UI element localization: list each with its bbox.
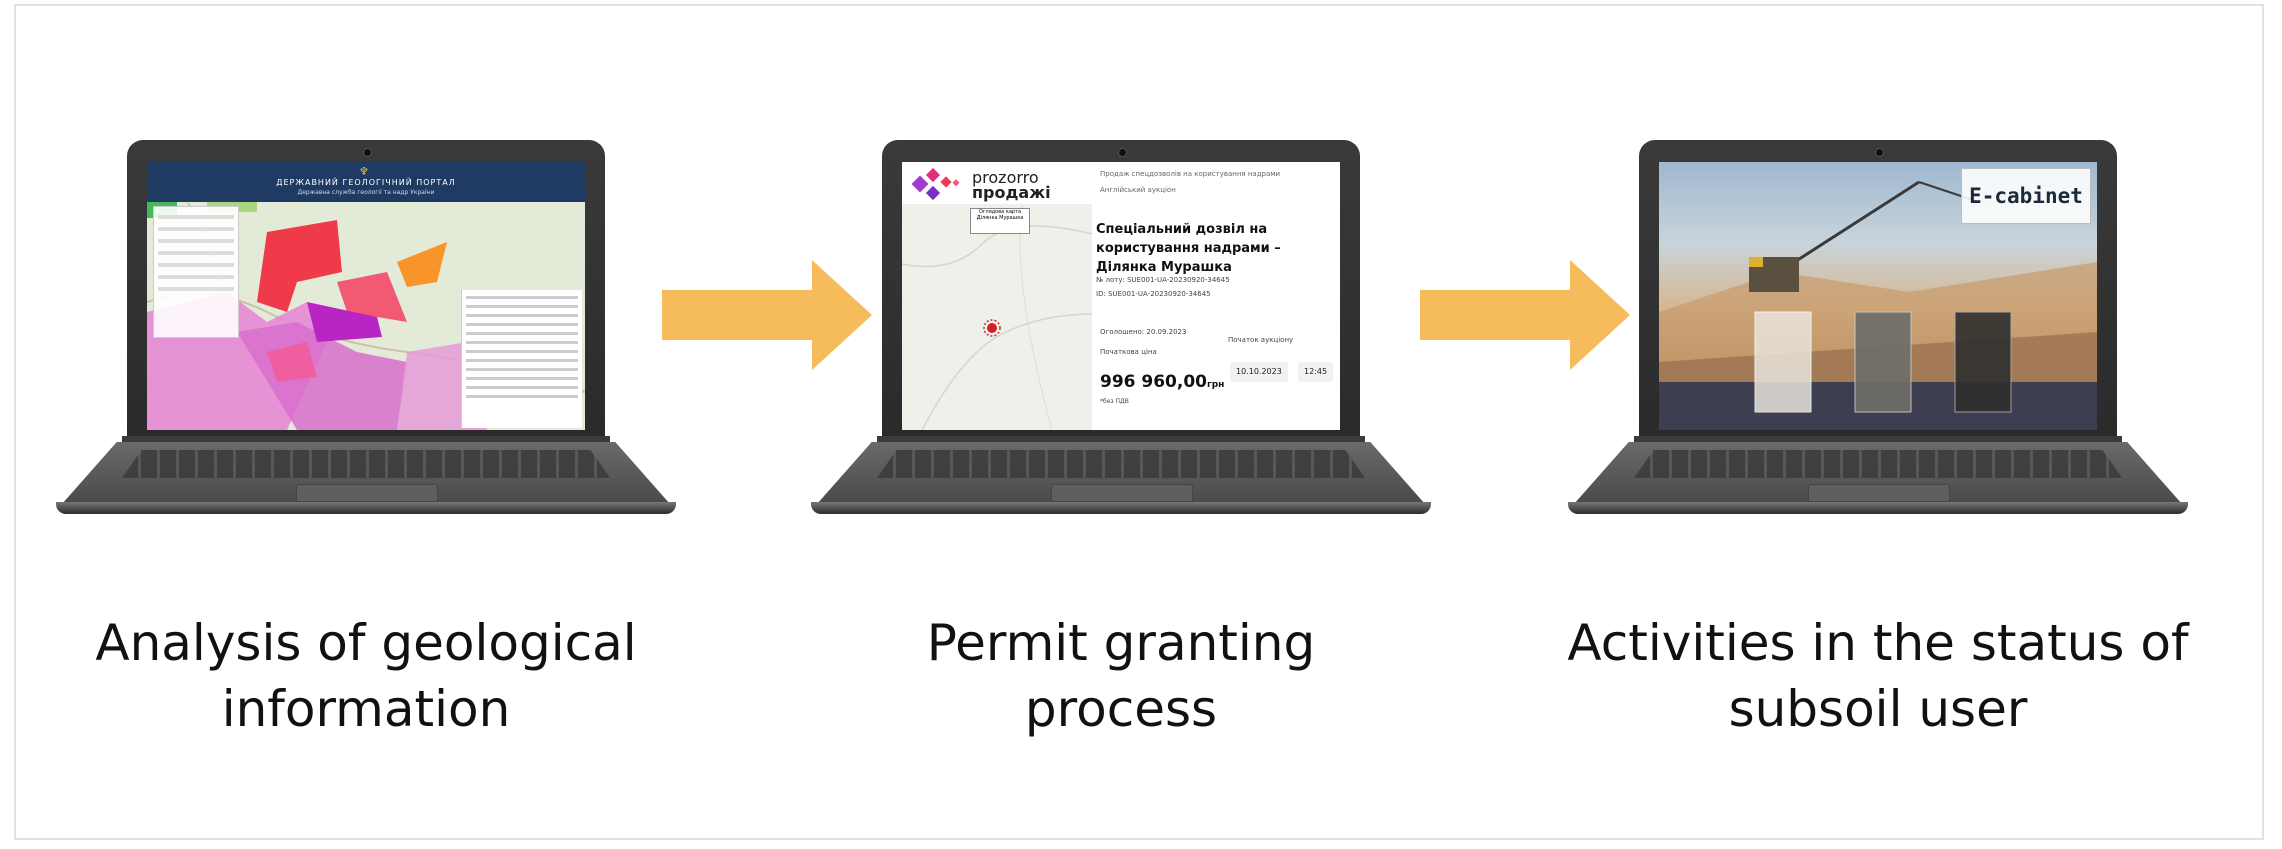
laptop-3: E-cabinet <box>1538 136 2218 536</box>
price-value: 996 960,00 <box>1100 372 1208 392</box>
e-cabinet-badge: E-cabinet <box>1961 168 2091 224</box>
step-permit-granting: prozorro продажі Продаж спецдозволів на … <box>781 0 1461 849</box>
step-caption: Permit granting process <box>781 610 1461 742</box>
geological-portal-screen: ♆ ДЕРЖАВНИЙ ГЕОЛОГІЧНИЙ ПОРТАЛ Державна … <box>147 162 585 430</box>
caption-line-1: Permit granting <box>926 614 1316 672</box>
auction-time: 12:45 <box>1298 362 1334 382</box>
trident-icon: ♆ <box>359 165 369 178</box>
caption-line-2: subsoil user <box>1728 680 2028 738</box>
logo-bottom: продажі <box>972 183 1051 202</box>
webcam <box>363 148 372 157</box>
laptop-base <box>56 502 676 514</box>
caption-line-2: process <box>1024 680 1218 738</box>
laptop-base <box>1568 502 2188 514</box>
prozorro-auction-screen: prozorro продажі Продаж спецдозволів на … <box>902 162 1340 430</box>
auction-date: 10.10.2023 <box>1230 362 1288 382</box>
prozorro-logo-text: prozorro продажі <box>972 170 1051 202</box>
map-label: Оглядова карта Ділянка Мурашка <box>970 208 1030 234</box>
auction-id: ID: SUE001-UA-20230920-34645 <box>1096 290 1211 298</box>
laptop-keyboard <box>877 450 1365 478</box>
overview-map[interactable] <box>902 204 1092 430</box>
prozorro-logo-icon <box>911 168 960 201</box>
layers-panel[interactable] <box>153 206 239 338</box>
portal-subtitle: Державна служба геології та надр України <box>297 189 435 196</box>
step-caption: Activities in the status of subsoil user <box>1538 610 2218 742</box>
laptop-1: ♆ ДЕРЖАВНИЙ ГЕОЛОГІЧНИЙ ПОРТАЛ Державна … <box>26 136 706 536</box>
lot-number: № лоту: SUE001-UA-20230920-34645 <box>1096 276 1230 284</box>
start-price: 996 960,00грн <box>1100 372 1224 392</box>
portal-header: ♆ ДЕРЖАВНИЙ ГЕОЛОГІЧНИЙ ПОРТАЛ Державна … <box>147 162 585 202</box>
laptop-touchpad <box>296 484 438 502</box>
caption-line-2: information <box>221 680 511 738</box>
caption-line-1: Analysis of geological <box>95 614 637 672</box>
step-subsoil-user: E-cabinet Activities in the status of su… <box>1538 0 2218 849</box>
step-geological-analysis: ♆ ДЕРЖАВНИЙ ГЕОЛОГІЧНИЙ ПОРТАЛ Державна … <box>26 0 706 849</box>
laptop-lid: prozorro продажі Продаж спецдозволів на … <box>882 140 1360 442</box>
portal-title: ДЕРЖАВНИЙ ГЕОЛОГІЧНИЙ ПОРТАЛ <box>276 178 456 187</box>
laptop-lid: E-cabinet <box>1639 140 2117 442</box>
breadcrumb-category[interactable]: Продаж спецдозволів на користування надр… <box>1100 170 1280 178</box>
laptop-lid: ♆ ДЕРЖАВНИЙ ГЕОЛОГІЧНИЙ ПОРТАЛ Державна … <box>127 140 605 442</box>
webcam <box>1118 148 1127 157</box>
laptop-base <box>811 502 1431 514</box>
vat-note: *без ПДВ <box>1100 398 1129 405</box>
announced-date: Оголошено: 20.09.2023 <box>1100 328 1187 336</box>
e-cabinet-screen: E-cabinet <box>1659 162 2097 430</box>
step-caption: Analysis of geological information <box>26 610 706 742</box>
laptop-2: prozorro продажі Продаж спецдозволів на … <box>781 136 1461 536</box>
webcam <box>1875 148 1884 157</box>
laptop-touchpad <box>1051 484 1193 502</box>
permit-title: Спеціальний дозвіл на користування надра… <box>1096 222 1281 275</box>
laptop-touchpad <box>1808 484 1950 502</box>
caption-line-1: Activities in the status of <box>1567 614 2189 672</box>
price-currency: грн <box>1207 380 1225 390</box>
laptop-keyboard <box>122 450 610 478</box>
auction-start-label: Початок аукціону <box>1228 336 1294 344</box>
auction-type: Англійський аукціон <box>1100 186 1176 194</box>
deposits-list-panel[interactable] <box>461 290 582 428</box>
start-price-label: Початкова ціна <box>1100 348 1157 356</box>
laptop-keyboard <box>1634 450 2122 478</box>
